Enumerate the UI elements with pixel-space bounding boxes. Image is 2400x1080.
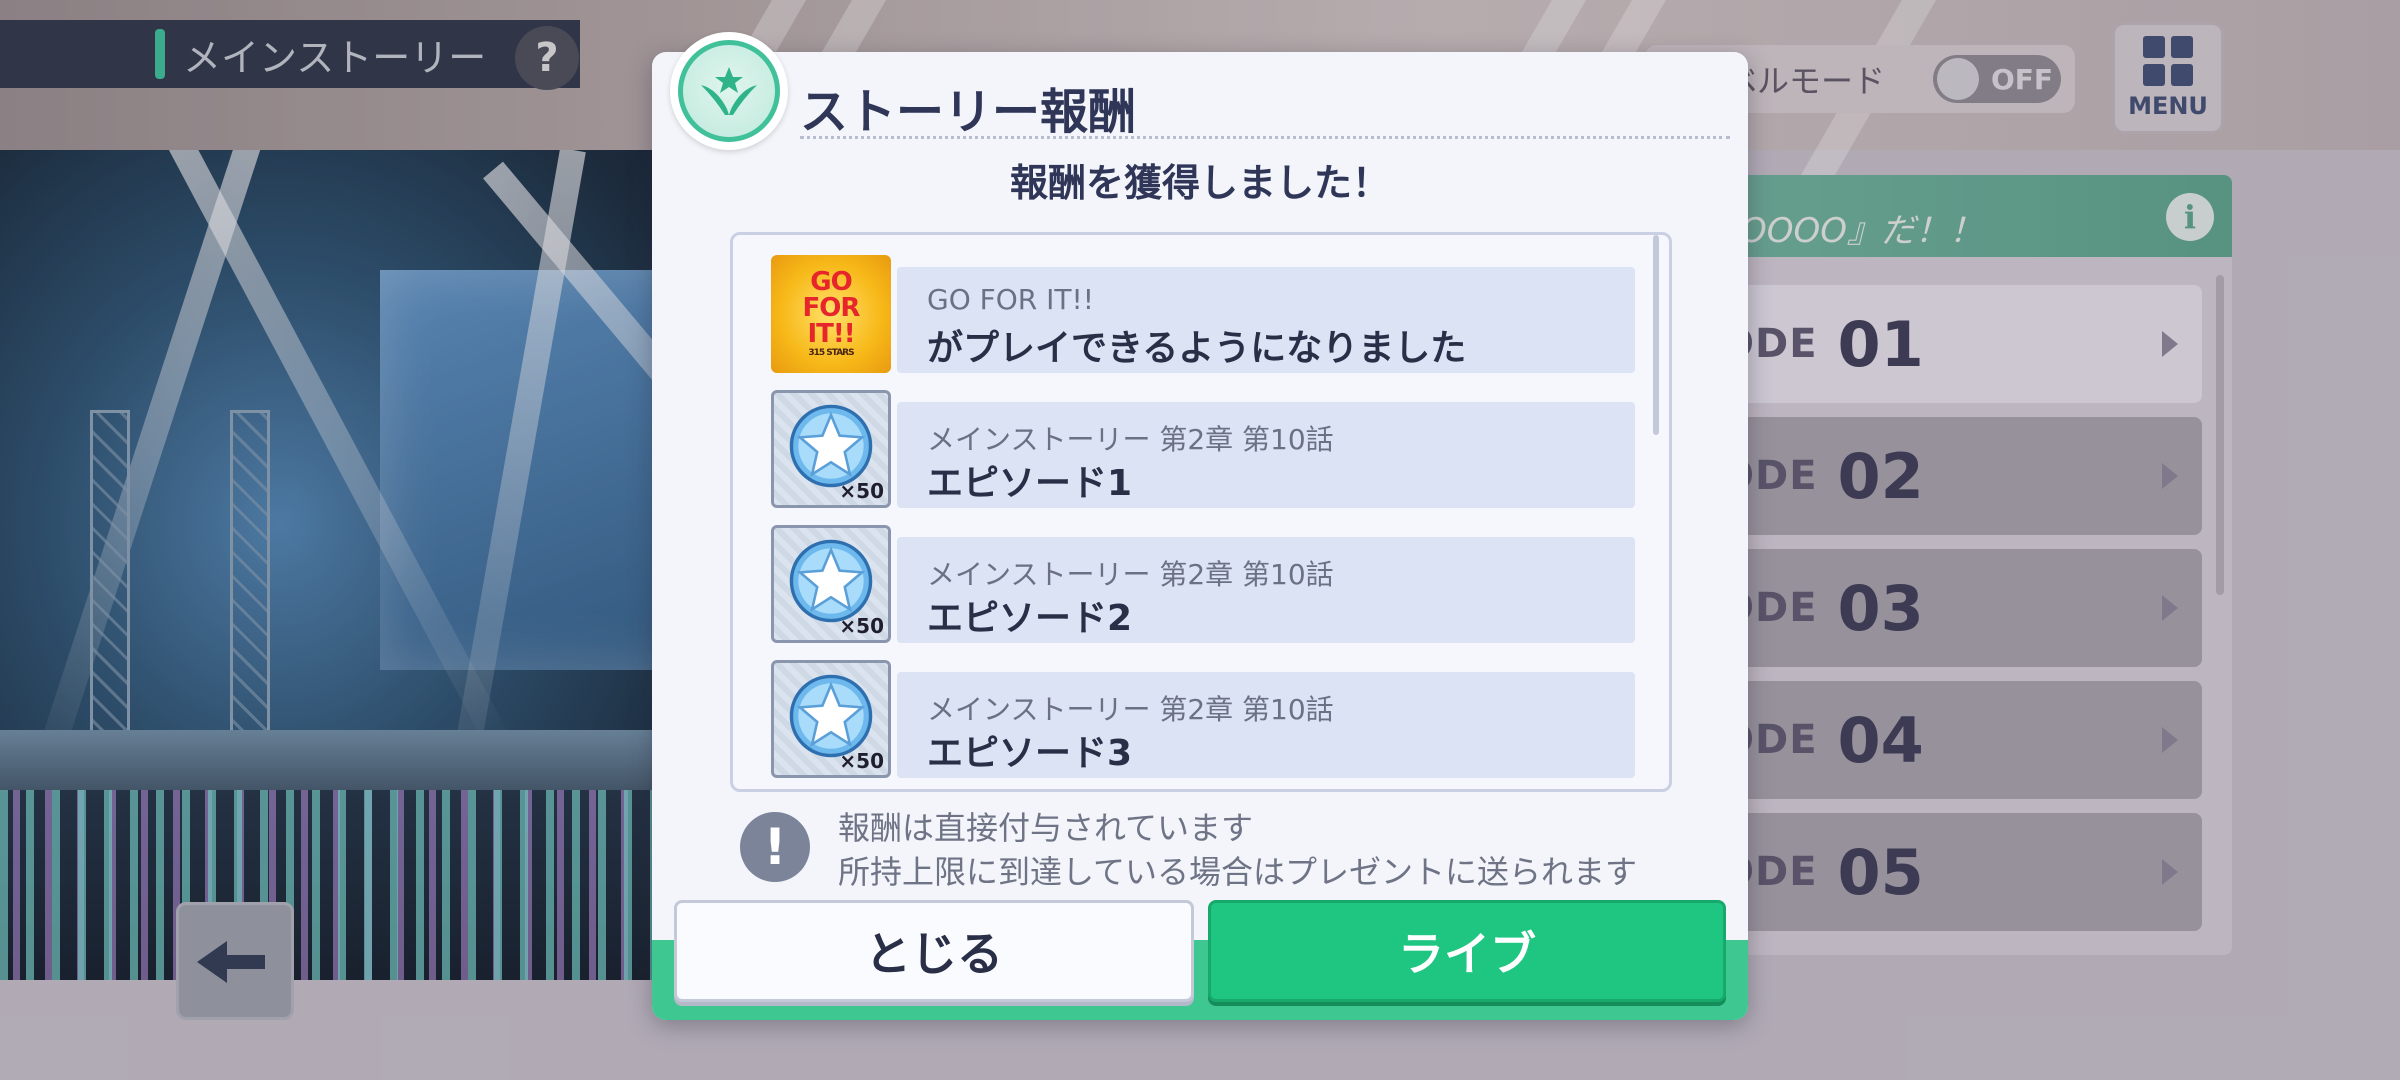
reward-description: メインストーリー 第2章 第10話 エピソード3 <box>897 672 1635 778</box>
notice-icon: ! <box>740 812 810 882</box>
reward-quantity: ×50 <box>839 749 884 773</box>
notice-text: 報酬は直接付与されています 所持上限に到達している場合はプレゼントに送られます <box>838 806 1637 894</box>
gem-icon <box>789 674 873 758</box>
reward-quantity: ×50 <box>839 614 884 638</box>
notice-line: 所持上限に到達している場合はプレゼントに送られます <box>838 853 1638 891</box>
reward-title: がプレイできるようになりました <box>927 328 1467 369</box>
list-item: ×50 メインストーリー 第2章 第10話 エピソード1 <box>771 390 1635 508</box>
reward-list: GO FOR IT!! 315 STARS GO FOR IT!! がプレイでき… <box>730 232 1672 792</box>
reward-source: メインストーリー 第2章 第10話 <box>927 693 1334 726</box>
list-item: ×50 メインストーリー 第2章 第10話 エピソード3 <box>771 660 1635 778</box>
reward-description: メインストーリー 第2章 第10話 エピソード1 <box>897 402 1635 508</box>
list-item: ×50 メインストーリー 第2章 第10話 エピソード2 <box>771 525 1635 643</box>
reward-title: エピソード3 <box>927 733 1133 774</box>
gem-icon <box>789 539 873 623</box>
reward-quantity: ×50 <box>839 479 884 503</box>
song-jacket-image: GO FOR IT!! 315 STARS <box>771 255 891 373</box>
gem-icon <box>789 404 873 488</box>
reward-title: エピソード1 <box>927 463 1133 504</box>
emblem-wings-icon <box>701 67 757 115</box>
live-button[interactable]: ライブ <box>1208 900 1726 1002</box>
list-item: GO FOR IT!! 315 STARS GO FOR IT!! がプレイでき… <box>771 255 1635 373</box>
gem-reward-image: ×50 <box>771 660 891 778</box>
dialog-title: ストーリー報酬 <box>800 84 1137 140</box>
reward-description: GO FOR IT!! がプレイできるようになりました <box>897 267 1635 373</box>
emblem-icon <box>670 32 788 150</box>
dialog-subtitle: 報酬を獲得しました！ <box>1009 161 1390 205</box>
reward-list-scrollbar[interactable] <box>1653 235 1659 435</box>
story-reward-dialog: ストーリー報酬 報酬を獲得しました！ GO FOR IT!! 315 STARS… <box>652 52 1748 1020</box>
reward-source: メインストーリー 第2章 第10話 <box>927 558 1334 591</box>
reward-source: GO FOR IT!! <box>927 283 1094 316</box>
reward-source: メインストーリー 第2章 第10話 <box>927 423 1334 456</box>
reward-description: メインストーリー 第2章 第10話 エピソード2 <box>897 537 1635 643</box>
notice-line: 報酬は直接付与されています <box>838 809 1254 847</box>
reward-title: エピソード2 <box>927 598 1133 639</box>
close-button[interactable]: とじる <box>674 900 1194 1002</box>
gem-reward-image: ×50 <box>771 390 891 508</box>
gem-reward-image: ×50 <box>771 525 891 643</box>
